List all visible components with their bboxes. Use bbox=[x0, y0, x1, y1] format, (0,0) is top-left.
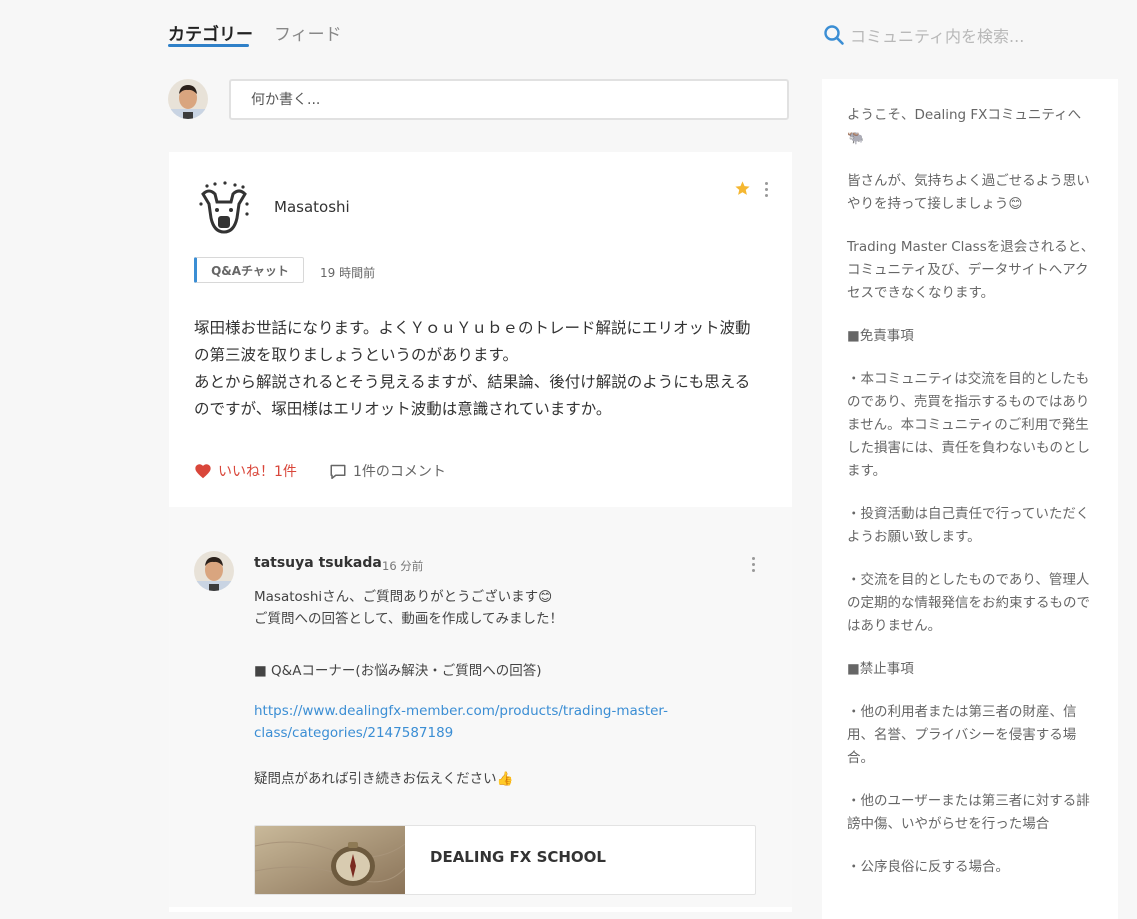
sidebar-paragraph: ・交流を目的としたものであり、管理人の定期的な情報発信をお約束するものではありま… bbox=[847, 572, 1090, 634]
comment-icon bbox=[330, 464, 346, 479]
post-author-avatar[interactable] bbox=[195, 178, 253, 236]
compose-input[interactable] bbox=[229, 79, 789, 120]
comment-closing: 疑問点があれば引き続きお伝えください👍 bbox=[254, 771, 514, 787]
post-body-paragraph: 塚田様お世話になります。よくＹｏｕＹｕｂｅのトレード解説にエリオット波動の第三波… bbox=[194, 319, 751, 364]
comment-link[interactable]: https://www.dealingfx-member.com/product… bbox=[254, 703, 668, 741]
comment-count-button[interactable]: 1件のコメント bbox=[329, 461, 446, 481]
like-count-label: いいね！1件 bbox=[218, 464, 297, 480]
comment-line: Masatoshiさん、ご質問ありがとうございます😊 bbox=[254, 589, 553, 605]
post-body-paragraph: あとから解説されるとそう見えるますが、結果論、後付け解説のようにも思えるのですが… bbox=[194, 373, 751, 418]
sidebar-paragraph: 皆さんが、気持ちよく過ごせるよう思いやりを持って接しましょう😊 bbox=[847, 173, 1090, 212]
link-preview-title[interactable]: DEALING FX SCHOOL bbox=[430, 848, 606, 866]
star-icon[interactable] bbox=[734, 180, 751, 197]
link-preview-card[interactable]: DEALING FX SCHOOL bbox=[254, 825, 756, 895]
current-user-avatar[interactable] bbox=[168, 79, 208, 119]
comment-timestamp: 16 分前 bbox=[382, 559, 424, 573]
sidebar-paragraph: ・本コミュニティは交流を目的としたものであり、売買を指示するものではありません。… bbox=[847, 371, 1090, 479]
comment-author-name[interactable]: tatsuya tsukada bbox=[254, 555, 382, 571]
like-button[interactable]: いいね！1件 bbox=[194, 461, 297, 481]
sidebar-welcome: ようこそ、Dealing FXコミュニティへ bbox=[847, 107, 1082, 123]
active-tab-indicator bbox=[168, 44, 249, 47]
comment-body: Masatoshiさん、ご質問ありがとうございます😊 ご質問への回答として、動画… bbox=[254, 586, 734, 790]
sidebar-paragraph: ・他の利用者または第三者の財産、信用、名誉、プライバシーを侵害する場合。 bbox=[847, 704, 1077, 766]
comment-author-avatar[interactable] bbox=[194, 551, 234, 591]
tab-feed[interactable]: フィード bbox=[274, 20, 342, 45]
sidebar-heading: ■免責事項 bbox=[847, 328, 914, 344]
heart-icon bbox=[195, 464, 211, 479]
search-input[interactable] bbox=[850, 24, 1120, 48]
comment-line: ご質問への回答として、動画を作成してみました！ bbox=[254, 611, 564, 627]
post-timestamp: 19 時間前 bbox=[320, 266, 376, 280]
sidebar-paragraph: ・公序良俗に反する場合。 bbox=[847, 859, 1009, 875]
search-icon[interactable] bbox=[823, 24, 845, 46]
tab-categories[interactable]: カテゴリー bbox=[168, 20, 253, 45]
bison-icon: 🐃 bbox=[847, 130, 864, 146]
post-body: 塚田様お世話になります。よくＹｏｕＹｕｂｅのトレード解説にエリオット波動の第三波… bbox=[194, 315, 762, 423]
post-more-icon[interactable] bbox=[763, 182, 769, 198]
sidebar-heading: ■禁止事項 bbox=[847, 661, 914, 677]
sidebar-paragraph: ・他のユーザーまたは第三者に対する誹謗中傷、いやがらせを行った場合 bbox=[847, 793, 1090, 832]
comment-count-label: 1件のコメント bbox=[353, 464, 446, 480]
comment-more-icon[interactable] bbox=[750, 557, 756, 573]
community-guidelines: ようこそ、Dealing FXコミュニティへ 🐃 皆さんが、気持ちよく過ごせるよう… bbox=[847, 104, 1097, 899]
compass-thumbnail bbox=[255, 826, 405, 894]
post-author-name[interactable]: Masatoshi bbox=[274, 198, 350, 216]
sidebar-paragraph: Trading Master Classを退会されると、コミュニティ及び、データ… bbox=[847, 239, 1095, 301]
category-tag[interactable]: Q&Aチャット bbox=[194, 257, 304, 283]
comment-section-title: ■ Q&Aコーナー(お悩み解決・ご質問への回答) bbox=[254, 663, 542, 679]
sidebar-paragraph: ・投資活動は自己責任で行っていただくようお願い致します。 bbox=[847, 506, 1090, 545]
